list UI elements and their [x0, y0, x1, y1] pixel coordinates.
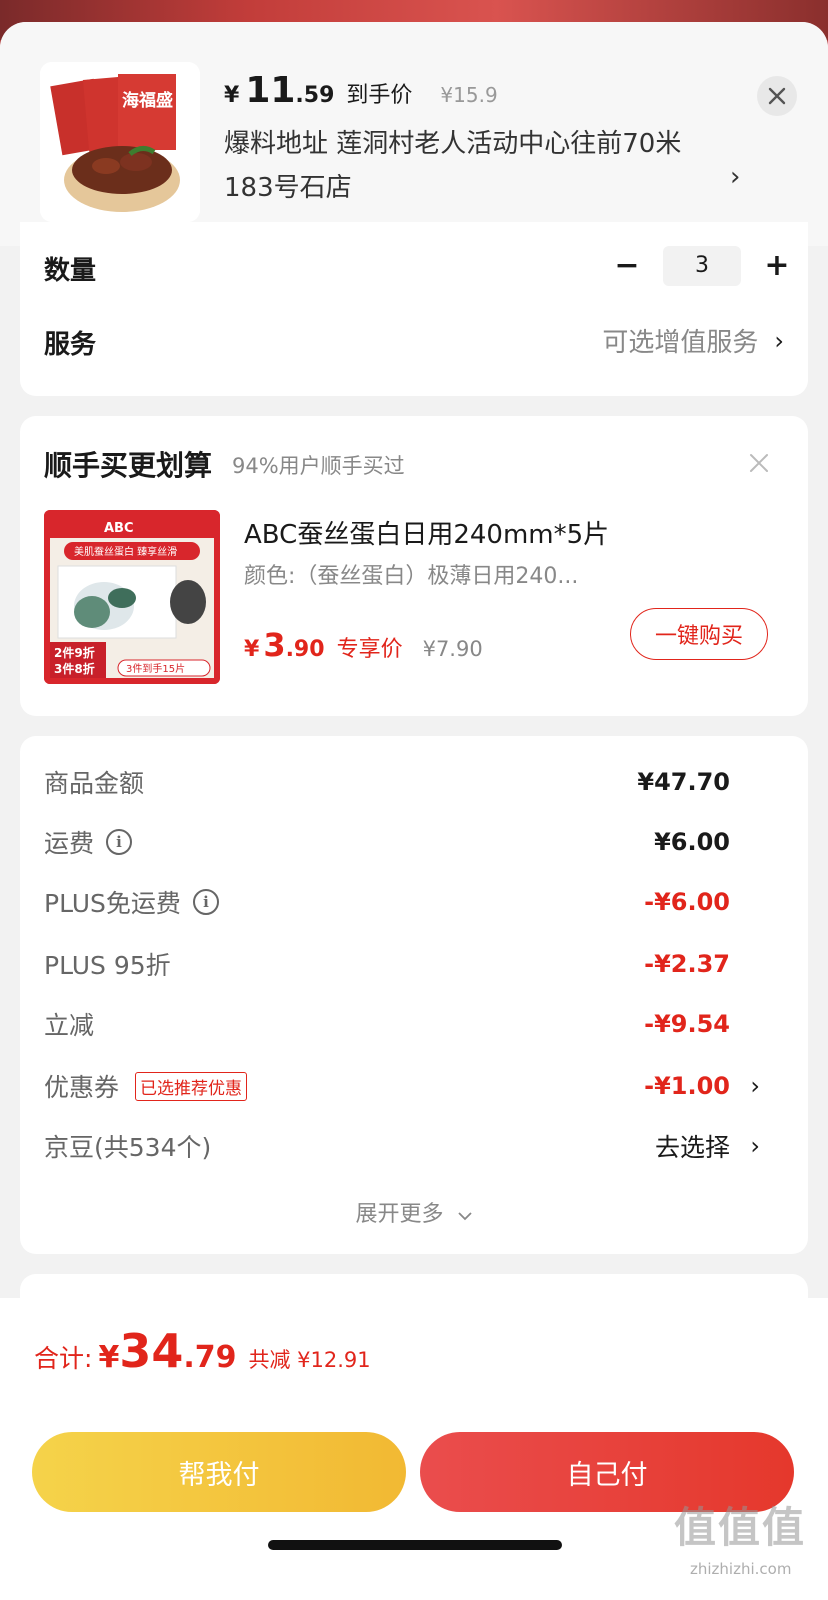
one-click-buy-button[interactable]: 一键购买 [630, 608, 768, 660]
close-button[interactable] [757, 76, 797, 116]
upsell-price-tag: 专享价 [336, 637, 403, 662]
upsell-image-badge-1: 2件9折 [54, 645, 95, 660]
upsell-product-image[interactable]: ABC 美肌蚕丝蛋白 臻享丝滑 2件9折 3件8折 3件到手15片 [44, 510, 220, 684]
summary-label: 立减 [44, 1011, 95, 1040]
checkout-sheet: 海福盛 ¥ 11 .59 到手价 ¥15.9 爆料地址 莲洞村老人活动中心往前7… [0, 22, 828, 1600]
chevron-down-icon [457, 1212, 472, 1221]
summary-row-shipping: 运费 i ¥6.00 [44, 822, 784, 862]
summary-row-coupon[interactable]: 优惠券 已选推荐优惠 -¥1.00 › [44, 1066, 784, 1106]
summary-value: ¥47.70 [637, 768, 730, 796]
service-label: 服务 [44, 330, 97, 360]
summary-label: PLUS 95折 [44, 951, 171, 980]
summary-label: 商品金额 [44, 769, 145, 798]
watermark-logo: 值值值 [674, 1503, 807, 1552]
upsell-image-brand: ABC [104, 521, 134, 536]
total-integer: 34 [119, 1324, 184, 1378]
chevron-right-icon: › [750, 1072, 760, 1100]
upsell-title: 顺手买更划算 [44, 449, 213, 482]
upsell-product-name[interactable]: ABC蚕丝蛋白日用240mm*5片 [244, 514, 609, 551]
watermark-url: zhizhizhi.com [690, 1560, 792, 1578]
upsell-image-badge-3: 3件到手15片 [126, 662, 185, 675]
summary-row-instant-discount: 立减 -¥9.54 [44, 1004, 784, 1044]
product-header: 海福盛 ¥ 11 .59 到手价 ¥15.9 爆料地址 莲洞村老人活动中心往前7… [0, 22, 828, 246]
summary-value: -¥6.00 [644, 888, 730, 916]
upsell-price-currency: ¥ [244, 637, 260, 662]
upsell-product-color: 颜色:（蚕丝蛋白）极薄日用240... [244, 564, 579, 589]
product-thumbnail: 海福盛 [40, 62, 200, 222]
summary-value: -¥2.37 [644, 950, 730, 978]
summary-label: 京豆(共534个) [44, 1133, 212, 1162]
quantity-label: 数量 [44, 256, 97, 286]
summary-value: -¥9.54 [644, 1010, 730, 1038]
total-decimal: .79 [183, 1340, 237, 1375]
decrement-button[interactable]: − [612, 248, 642, 284]
summary-row-plus-free-shipping: PLUS免运费 i -¥6.00 [44, 882, 784, 922]
summary-value: ¥6.00 [654, 828, 730, 856]
summary-label: 运费 [44, 829, 95, 858]
coupon-tag: 已选推荐优惠 [135, 1071, 248, 1101]
upsell-image-badge-2: 3件8折 [54, 661, 95, 676]
product-image-brand: 海福盛 [122, 90, 173, 111]
summary-label: 优惠券 [44, 1073, 120, 1102]
info-icon[interactable]: i [192, 889, 219, 915]
summary-label: PLUS免运费 [44, 889, 181, 918]
upsell-card: 顺手买更划算 94%用户顺手买过 ABC 美肌蚕丝蛋白 臻享丝滑 2件9折 3件… [20, 416, 808, 716]
upsell-price-line: ¥ 3 .90 专享价 ¥7.90 [244, 626, 483, 664]
help-pay-button[interactable]: 帮我付 [32, 1432, 406, 1512]
home-indicator [268, 1540, 562, 1550]
price-decimal: .59 [295, 83, 335, 108]
summary-row-jingdou[interactable]: 京豆(共534个) 去选择 › [44, 1126, 784, 1166]
close-icon[interactable] [748, 452, 770, 474]
info-icon[interactable]: i [106, 829, 133, 855]
close-icon [768, 87, 786, 105]
expand-more-label: 展开更多 [355, 1202, 444, 1227]
address-chevron-icon[interactable]: › [730, 162, 740, 192]
product-price-line: ¥ 11 .59 到手价 ¥15.9 [224, 70, 498, 111]
quantity-service-card: 数量 − 3 + 服务 可选增值服务 › [20, 222, 808, 396]
price-currency: ¥ [224, 83, 240, 108]
price-integer: 11 [245, 70, 296, 111]
total-saved: 共减 ¥12.91 [248, 1348, 371, 1372]
total-label: 合计: [34, 1344, 93, 1373]
chevron-right-icon: › [774, 326, 784, 355]
upsell-subtitle: 94%用户顺手买过 [232, 454, 405, 478]
price-tag: 到手价 [346, 83, 413, 108]
order-summary-card: 商品金额 ¥47.70 运费 i ¥6.00 PLUS免运费 i -¥6.00 … [20, 736, 808, 1254]
order-total: 合计: ¥ 34 .79 共减 ¥12.91 [34, 1324, 371, 1378]
quantity-stepper[interactable]: − 3 + [612, 246, 792, 286]
service-selector[interactable]: 可选增值服务 › [602, 322, 784, 359]
quantity-value[interactable]: 3 [663, 246, 741, 286]
increment-button[interactable]: + [762, 248, 792, 284]
jingdou-select[interactable]: 去选择 [655, 1128, 730, 1164]
service-value: 可选增值服务 [602, 328, 759, 358]
upsell-original-price: ¥7.90 [422, 637, 483, 661]
summary-value: -¥1.00 [644, 1072, 730, 1100]
original-price: ¥15.9 [440, 83, 498, 107]
upsell-image-slogan: 美肌蚕丝蛋白 臻享丝滑 [74, 545, 177, 558]
summary-row-goods-amount: 商品金额 ¥47.70 [44, 762, 784, 802]
expand-more-button[interactable]: 展开更多 [20, 1196, 808, 1228]
chevron-right-icon: › [750, 1132, 760, 1160]
upsell-price-decimal: .90 [285, 637, 325, 662]
upsell-price-integer: 3 [263, 626, 286, 664]
address-text[interactable]: 爆料地址 莲洞村老人活动中心往前70米183号石店 [224, 122, 714, 210]
summary-row-plus-discount: PLUS 95折 -¥2.37 [44, 944, 784, 984]
total-currency: ¥ [98, 1340, 120, 1375]
